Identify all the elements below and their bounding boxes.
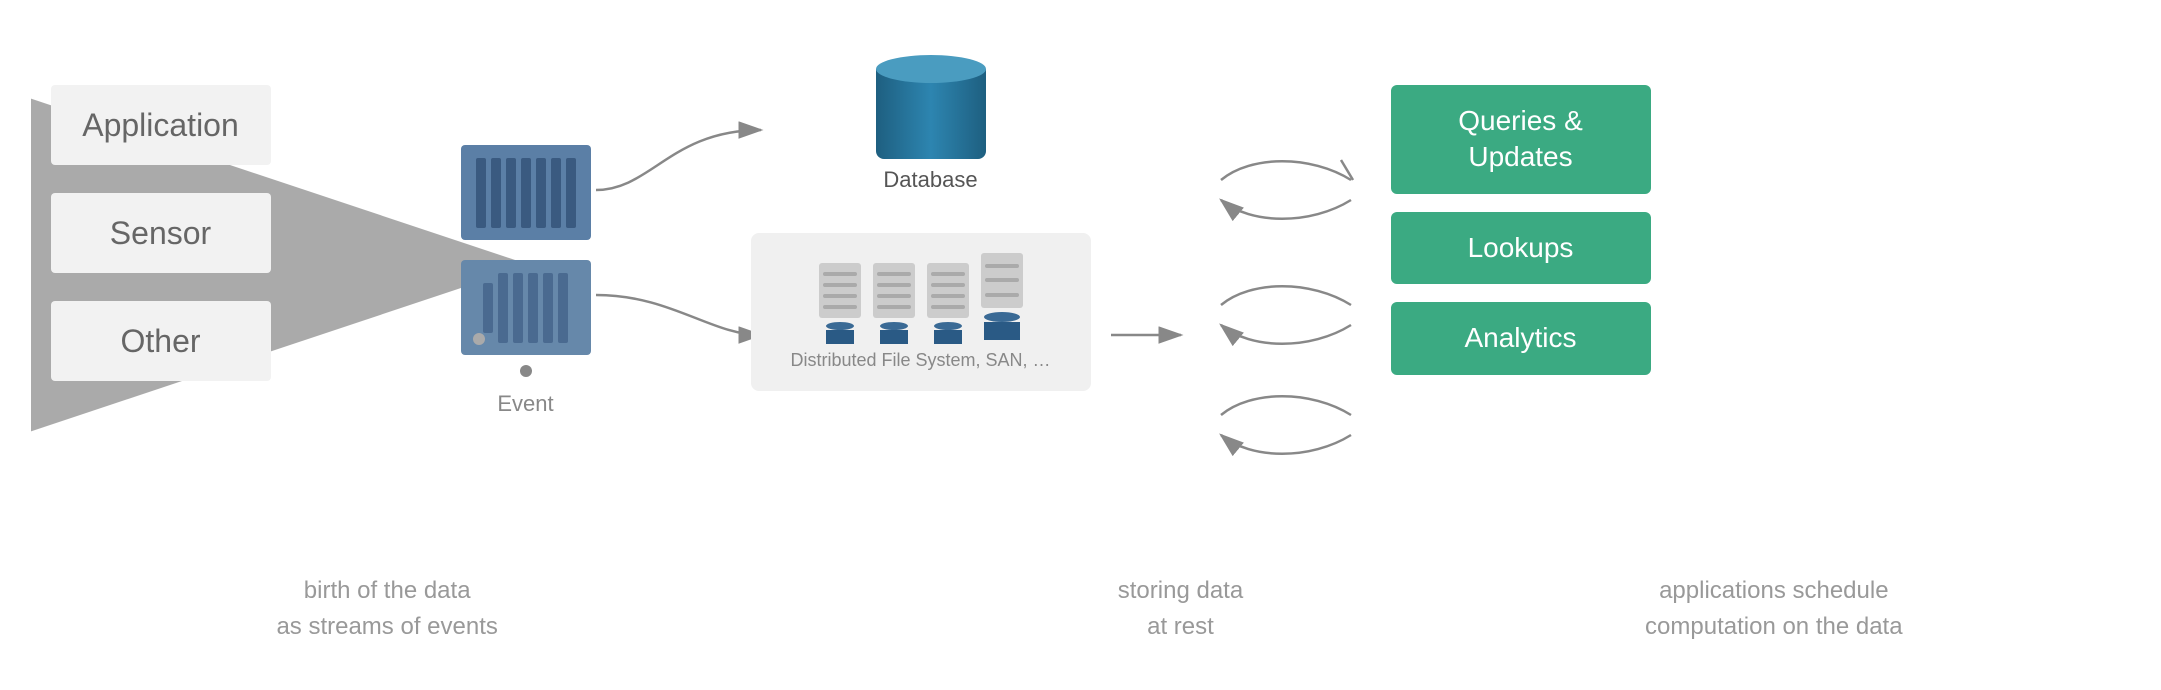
bottom-label-storing: storing data at rest <box>1030 573 1330 645</box>
stream-bar-3 <box>506 158 516 228</box>
server-line <box>877 272 911 276</box>
bottom-label-storing-line1: storing data <box>1030 573 1330 609</box>
storage-column: Database <box>751 55 1091 391</box>
mini-db-body <box>934 330 962 344</box>
server-icon-3 <box>927 263 969 340</box>
source-boxes-list: Application Sensor Other <box>51 85 271 381</box>
stream-bar-lower-4 <box>528 273 538 343</box>
op-queries-updates-label: Queries &Updates <box>1458 103 1583 176</box>
server-line <box>823 294 857 298</box>
event-dot-bottom <box>520 365 532 377</box>
stream-bar-4 <box>521 158 531 228</box>
operations-column: Queries &Updates Lookups Analytics <box>1391 85 1651 405</box>
labels-inner: birth of the data as streams of events s… <box>31 573 2131 645</box>
op-queries-updates: Queries &Updates <box>1391 85 1651 194</box>
bottom-label-birth: birth of the data as streams of events <box>237 573 537 645</box>
server-line <box>985 264 1019 268</box>
server-body-2 <box>873 263 915 318</box>
server-body-4 <box>981 253 1023 308</box>
diagram-container: Application Sensor Other <box>31 25 2131 665</box>
bottom-label-birth-line1: birth of the data <box>237 573 537 609</box>
server-line <box>931 294 965 298</box>
source-sensor-label: Sensor <box>110 215 211 252</box>
dfs-label: Distributed File System, SAN, … <box>790 350 1050 371</box>
source-other-label: Other <box>120 323 200 360</box>
stream-bar-2 <box>491 158 501 228</box>
op-analytics-label: Analytics <box>1464 320 1576 356</box>
stream-bar-5 <box>536 158 546 228</box>
dfs-icons <box>819 253 1023 340</box>
server-line <box>931 283 965 287</box>
server-line <box>877 294 911 298</box>
bottom-label-apps: applications schedule computation on the… <box>1624 573 1924 645</box>
mini-db-top-4 <box>984 312 1020 322</box>
mini-db-body <box>826 330 854 344</box>
stream-bar-1 <box>476 158 486 228</box>
database-icon: Database <box>771 55 1091 193</box>
server-line <box>823 283 857 287</box>
source-sensor: Sensor <box>51 193 271 273</box>
mini-db-top <box>880 322 908 330</box>
streams-column: Event <box>461 145 591 417</box>
stream-bar-lower-2 <box>498 273 508 343</box>
stream-bar-lower-5 <box>543 273 553 343</box>
server-line <box>823 272 857 276</box>
bottom-labels-row: birth of the data as streams of events s… <box>31 573 2131 645</box>
stream-bar-lower-3 <box>513 273 523 343</box>
server-line <box>931 305 965 309</box>
stream-block-upper <box>461 145 591 240</box>
server-line <box>931 272 965 276</box>
server-line <box>985 278 1019 282</box>
op-lookups-label: Lookups <box>1468 230 1574 266</box>
bottom-label-apps-line1: applications schedule <box>1624 573 1924 609</box>
mini-db-top <box>934 322 962 330</box>
bottom-label-apps-line2: computation on the data <box>1624 609 1924 645</box>
mini-db-body-4 <box>984 322 1020 340</box>
server-line <box>985 293 1019 297</box>
server-icon-2 <box>873 263 915 340</box>
server-body-3 <box>927 263 969 318</box>
ops-buttons-list: Queries &Updates Lookups Analytics <box>1391 85 1651 375</box>
server-icon-4 <box>981 253 1023 340</box>
mini-db-2 <box>880 322 908 340</box>
database-label: Database <box>883 167 977 193</box>
stream-bar-lower-1 <box>483 283 493 333</box>
server-line <box>823 305 857 309</box>
mini-db-1 <box>826 322 854 340</box>
sources-column: Application Sensor Other <box>51 85 271 411</box>
source-application: Application <box>51 85 271 165</box>
event-label: Event <box>461 391 591 417</box>
op-analytics: Analytics <box>1391 302 1651 374</box>
stream-bar-lower-6 <box>558 273 568 343</box>
stream-bar-6 <box>551 158 561 228</box>
server-icon-1 <box>819 263 861 340</box>
mini-db-body <box>880 330 908 344</box>
bottom-label-storing-line2: at rest <box>1030 609 1330 645</box>
stream-bar-7 <box>566 158 576 228</box>
mini-db-top <box>826 322 854 330</box>
server-line <box>877 283 911 287</box>
stream-blocks <box>461 145 591 355</box>
stream-block-lower <box>461 260 591 355</box>
server-line <box>877 305 911 309</box>
mini-db-4 <box>984 312 1020 340</box>
bottom-label-birth-line2: as streams of events <box>237 609 537 645</box>
dfs-box: Distributed File System, SAN, … <box>751 233 1091 391</box>
op-lookups: Lookups <box>1391 212 1651 284</box>
mini-db-3 <box>934 322 962 340</box>
server-body-1 <box>819 263 861 318</box>
event-dot <box>473 333 485 345</box>
source-other: Other <box>51 301 271 381</box>
source-application-label: Application <box>82 107 239 144</box>
db-top <box>876 55 986 83</box>
